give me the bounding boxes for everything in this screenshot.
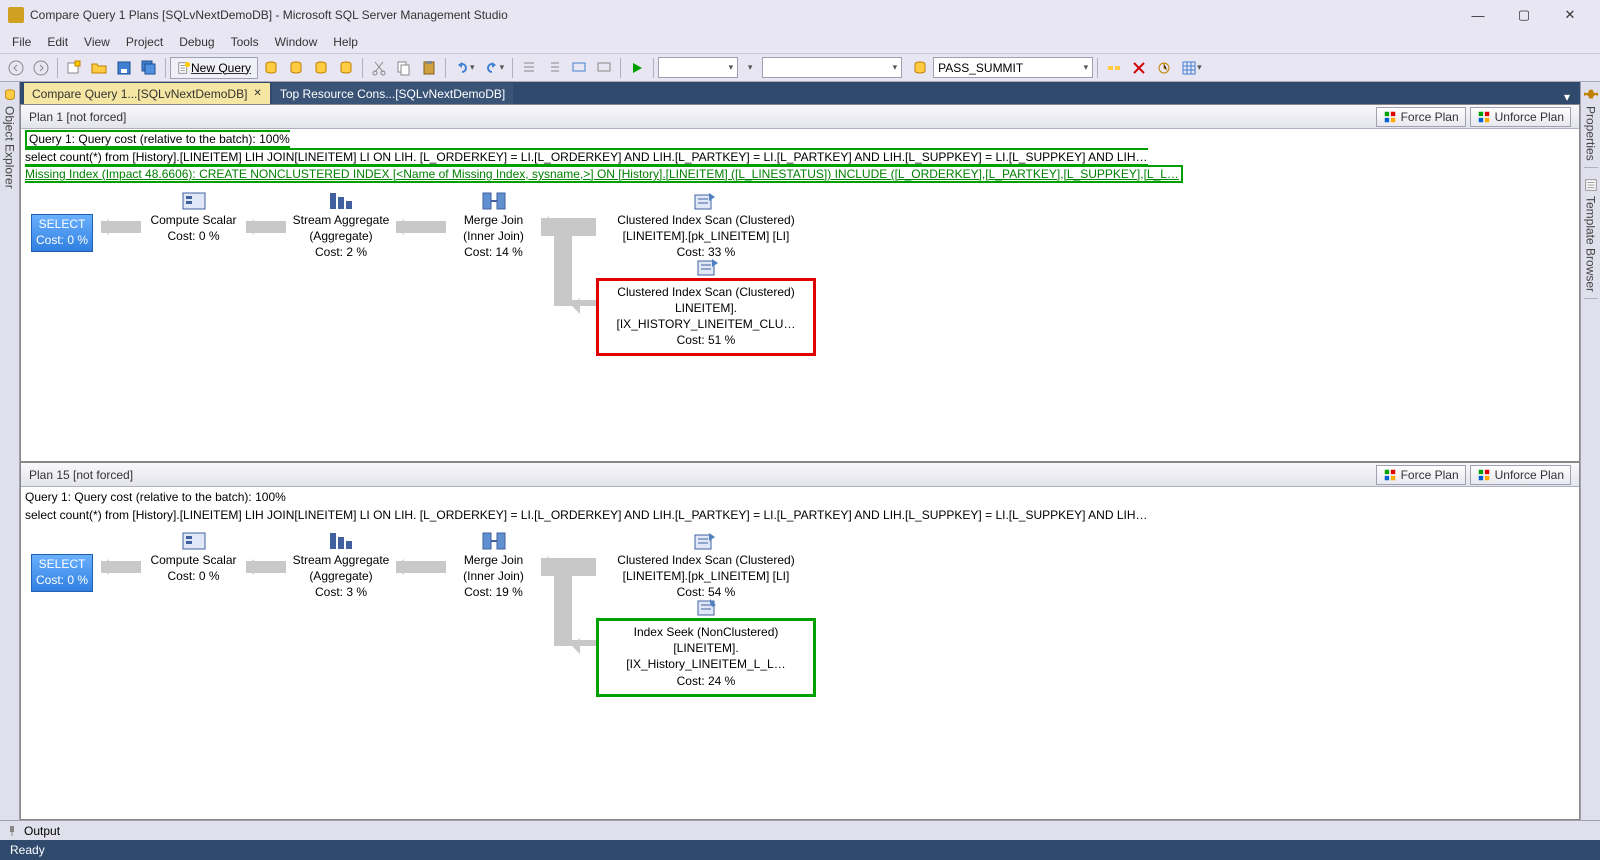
force-plan-button[interactable]: Force Plan: [1376, 107, 1466, 127]
compute-scalar-node[interactable]: Compute ScalarCost: 0 %: [141, 191, 246, 245]
config-combo[interactable]: ▾: [658, 57, 738, 78]
plan1-title: Plan 1 [not forced]: [29, 110, 126, 124]
arrow-icon: [396, 221, 446, 233]
outdent-button[interactable]: [517, 57, 541, 79]
document-tabs: Compare Query 1...[SQLvNextDemoDB]✕ Top …: [20, 82, 1580, 104]
right-panels: Properties Template Browser: [1580, 82, 1600, 820]
minimize-button[interactable]: —: [1456, 1, 1500, 29]
unforce-plan-button[interactable]: Unforce Plan: [1470, 107, 1571, 127]
output-panel-header[interactable]: Output: [0, 820, 1600, 840]
menu-project[interactable]: Project: [118, 33, 171, 51]
results-grid-button[interactable]: ▾: [1177, 57, 1206, 79]
arrow-icon: [541, 558, 596, 576]
uncomment-button[interactable]: [592, 57, 616, 79]
connect-button[interactable]: [1102, 57, 1126, 79]
arrow-icon: [101, 561, 141, 573]
database-combo[interactable]: PASS_SUMMIT▾: [933, 57, 1093, 78]
tab-top-resource[interactable]: Top Resource Cons...[SQLvNextDemoDB]: [272, 83, 513, 104]
new-project-button[interactable]: [62, 57, 86, 79]
select-node[interactable]: SELECTCost: 0 %: [31, 554, 93, 592]
plan1-section: Plan 1 [not forced] Force Plan Unforce P…: [20, 104, 1580, 462]
menu-debug[interactable]: Debug: [171, 33, 222, 51]
plan15-title: Plan 15 [not forced]: [29, 468, 133, 482]
arrow-icon: [541, 218, 596, 236]
plan15-diagram[interactable]: SELECTCost: 0 % Compute ScalarCost: 0 % …: [21, 526, 1579, 819]
redo-button[interactable]: ▾: [480, 57, 509, 79]
clustered-index-scan-node[interactable]: Clustered Index Scan (Clustered)[LINEITE…: [596, 531, 816, 602]
plan1-querytext: Query 1: Query cost (relative to the bat…: [21, 129, 1579, 186]
save-all-button[interactable]: [137, 57, 161, 79]
index-seek-highlighted-node[interactable]: Index Seek (NonClustered)[LINEITEM].[IX_…: [596, 618, 816, 697]
output-label: Output: [24, 824, 60, 838]
merge-join-node[interactable]: Merge Join(Inner Join)Cost: 19 %: [446, 531, 541, 602]
menu-window[interactable]: Window: [267, 33, 326, 51]
unforce-plan-button[interactable]: Unforce Plan: [1470, 465, 1571, 485]
copy-button[interactable]: [392, 57, 416, 79]
menu-file[interactable]: File: [4, 33, 39, 51]
db-query2-icon[interactable]: [284, 57, 308, 79]
clustered-index-scan-node[interactable]: Clustered Index Scan (Clustered)[LINEITE…: [596, 191, 816, 262]
status-text: Ready: [10, 843, 45, 857]
statusbar: Ready: [0, 840, 1600, 860]
force-plan-button[interactable]: Force Plan: [1376, 465, 1466, 485]
menu-tools[interactable]: Tools: [223, 33, 267, 51]
template-browser-tab[interactable]: Template Browser: [1584, 172, 1598, 299]
properties-tab[interactable]: Properties: [1584, 82, 1598, 168]
db-query4-icon[interactable]: [334, 57, 358, 79]
nav-fwd-button[interactable]: [29, 57, 53, 79]
indent-button[interactable]: [542, 57, 566, 79]
tab-compare-query[interactable]: Compare Query 1...[SQLvNextDemoDB]✕: [24, 83, 270, 104]
arrow-icon: [396, 561, 446, 573]
toolbar: New Query ▾ ▾ ▾ ▾ ▾ PASS_SUMMIT▾ ▾: [0, 54, 1600, 82]
arrow-icon: [246, 561, 286, 573]
stream-aggregate-node[interactable]: Stream Aggregate(Aggregate)Cost: 2 %: [286, 191, 396, 262]
db-query3-icon[interactable]: [309, 57, 333, 79]
pin-icon: [6, 825, 18, 837]
select-node[interactable]: SELECTCost: 0 %: [31, 214, 93, 252]
menu-view[interactable]: View: [76, 33, 118, 51]
arrow-icon: [572, 300, 596, 306]
db-icon: [908, 57, 932, 79]
maximize-button[interactable]: ▢: [1502, 1, 1546, 29]
db-query1-icon[interactable]: [259, 57, 283, 79]
close-button[interactable]: ✕: [1548, 1, 1592, 29]
arrow-icon: [101, 221, 141, 233]
new-query-button[interactable]: New Query: [170, 57, 258, 79]
arrow-icon: [246, 221, 286, 233]
app-icon: [8, 7, 24, 23]
compute-scalar-node[interactable]: Compute ScalarCost: 0 %: [141, 531, 246, 585]
undo-button[interactable]: ▾: [450, 57, 479, 79]
cut-button[interactable]: [367, 57, 391, 79]
close-tab-icon[interactable]: ✕: [253, 88, 261, 99]
arrow-icon: [554, 236, 572, 306]
plan15-section: Plan 15 [not forced] Force Plan Unforce …: [20, 462, 1580, 820]
launch-combo[interactable]: ▾: [739, 57, 761, 79]
comment-button[interactable]: [567, 57, 591, 79]
menubar: File Edit View Project Debug Tools Windo…: [0, 30, 1600, 54]
titlebar: Compare Query 1 Plans [SQLvNextDemoDB] -…: [0, 0, 1600, 30]
clustered-index-scan-highlighted-node[interactable]: Clustered Index Scan (Clustered)LINEITEM…: [596, 278, 816, 357]
menu-edit[interactable]: Edit: [39, 33, 76, 51]
plan1-diagram[interactable]: SELECTCost: 0 % Compute ScalarCost: 0 % …: [21, 186, 1579, 461]
save-button[interactable]: [112, 57, 136, 79]
menu-help[interactable]: Help: [325, 33, 366, 51]
stream-aggregate-node[interactable]: Stream Aggregate(Aggregate)Cost: 3 %: [286, 531, 396, 602]
paste-button[interactable]: [417, 57, 441, 79]
nav-back-button[interactable]: [4, 57, 28, 79]
open-button[interactable]: [87, 57, 111, 79]
change-connection-button[interactable]: [1152, 57, 1176, 79]
run-button[interactable]: [625, 57, 649, 79]
merge-join-node[interactable]: Merge Join(Inner Join)Cost: 14 %: [446, 191, 541, 262]
plan15-querytext: Query 1: Query cost (relative to the bat…: [21, 487, 1579, 526]
arrow-icon: [572, 640, 596, 646]
target-combo[interactable]: ▾: [762, 57, 902, 78]
disconnect-button[interactable]: [1127, 57, 1151, 79]
object-explorer-tab[interactable]: Object Explorer: [0, 82, 20, 820]
arrow-icon: [554, 576, 572, 646]
tab-overflow-button[interactable]: ▾: [1558, 90, 1576, 104]
window-title: Compare Query 1 Plans [SQLvNextDemoDB] -…: [30, 8, 1456, 22]
